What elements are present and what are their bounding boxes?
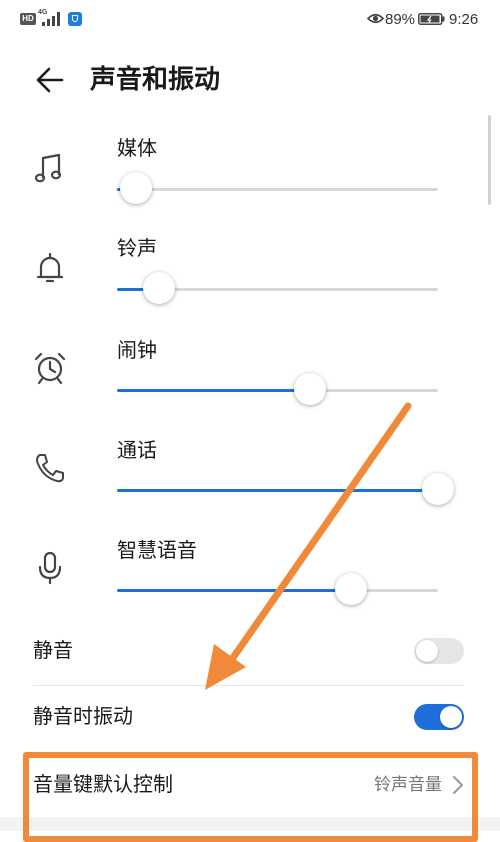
volume-key-control-label: 音量键默认控制 [33,772,173,796]
battery-icon [418,13,445,25]
mute-label: 静音 [33,638,73,662]
hd-voice-icon: HD [20,13,36,25]
volume-row-media: 媒体 [0,132,500,232]
volume-row-ringtone: 铃声 [0,232,500,332]
alarm-clock-icon [34,352,66,385]
volume-key-control-value: 铃声音量 [374,775,442,795]
slider-thumb[interactable] [120,172,153,204]
status-bar: HD 4G 89% 9:26 [0,0,500,40]
security-app-icon [68,12,82,26]
slider-fill [117,489,438,492]
slider-thumb[interactable] [335,573,368,605]
volume-label-smart-voice: 智慧语音 [117,538,197,562]
music-note-icon [34,153,62,183]
call-volume-slider[interactable] [117,473,454,505]
microphone-icon [38,551,62,585]
volume-key-control-row[interactable]: 音量键默认控制 铃声音量 [0,755,500,815]
ringtone-volume-slider[interactable] [117,272,438,304]
back-arrow-icon[interactable] [34,64,66,96]
vibrate-on-mute-label: 静音时振动 [33,704,133,728]
mute-switch[interactable] [414,638,464,664]
smart-voice-volume-slider[interactable] [117,573,438,605]
volume-row-call: 通话 [0,434,500,534]
slider-thumb[interactable] [422,473,454,505]
switch-knob [416,640,438,662]
clock: 9:26 [449,11,479,28]
chevron-right-icon [453,776,463,794]
page-title: 声音和振动 [90,65,221,95]
slider-thumb[interactable] [293,373,326,405]
volume-label-ringtone: 铃声 [117,236,157,260]
volume-row-alarm: 闹钟 [0,334,500,434]
alarm-volume-slider[interactable] [117,373,438,405]
vibrate-on-mute-switch[interactable] [414,704,464,730]
bell-icon [36,252,64,283]
battery-percentage: 89% [385,11,416,28]
switch-knob [440,706,462,728]
volume-label-media: 媒体 [117,136,157,160]
slider-fill [117,389,310,392]
next-section-edge [0,817,500,831]
media-volume-slider[interactable] [117,172,438,204]
slider-fill [117,589,352,592]
volume-label-alarm: 闹钟 [117,338,157,362]
volume-row-smart-voice: 智慧语音 [0,534,500,634]
signal-strength-icon [42,12,60,26]
slider-thumb[interactable] [142,272,175,304]
mute-row: 静音 [0,620,500,685]
vibrate-on-mute-row: 静音时振动 [0,686,500,751]
volume-label-call: 通话 [117,438,157,462]
eye-comfort-icon [367,13,384,24]
phone-icon [36,454,64,483]
